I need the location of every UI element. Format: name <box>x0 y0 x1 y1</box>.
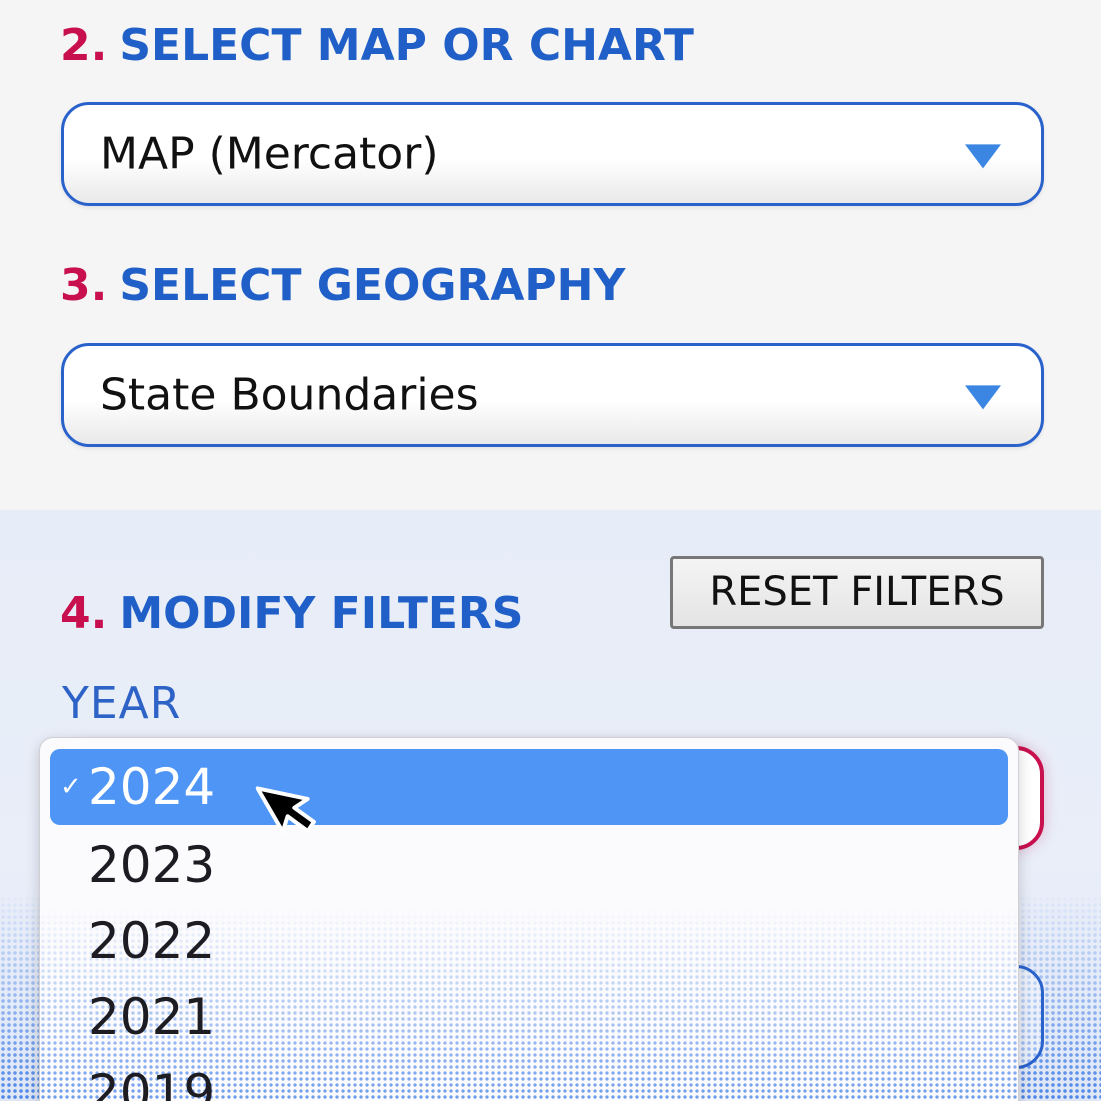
map-or-chart-value: MAP (Mercator) <box>100 128 439 180</box>
year-label: YEAR <box>62 678 182 729</box>
year-option[interactable]: 2023 <box>50 827 1008 903</box>
step-3-heading: 3. SELECT GEOGRAPHY <box>60 260 625 311</box>
year-option-label: 2023 <box>88 836 216 894</box>
year-option-label: 2021 <box>88 988 216 1046</box>
year-option[interactable]: 2019 <box>50 1055 1008 1101</box>
reset-filters-button[interactable]: RESET FILTERS <box>670 556 1044 629</box>
map-or-chart-select[interactable]: MAP (Mercator) <box>61 102 1044 206</box>
geography-select[interactable]: State Boundaries <box>61 343 1044 447</box>
step-4-heading: 4. MODIFY FILTERS <box>60 588 524 639</box>
year-option[interactable]: 2021 <box>50 979 1008 1055</box>
geography-value: State Boundaries <box>100 369 479 421</box>
step-4-title: MODIFY FILTERS <box>119 588 524 639</box>
step-3-title: SELECT GEOGRAPHY <box>119 260 626 311</box>
step-3-number: 3. <box>60 260 108 311</box>
step-2-title: SELECT MAP OR CHART <box>119 20 694 71</box>
year-option[interactable]: ✓ 2024 <box>50 749 1008 825</box>
step-2-heading: 2. SELECT MAP OR CHART <box>60 20 694 71</box>
step-2-number: 2. <box>60 20 108 71</box>
chevron-down-icon <box>965 385 1001 410</box>
year-option-label: 2019 <box>88 1064 216 1101</box>
chevron-down-icon <box>965 144 1001 169</box>
year-option-label: 2024 <box>88 758 216 816</box>
mouse-pointer-icon <box>255 786 316 834</box>
year-option-label: 2022 <box>88 912 216 970</box>
step-4-number: 4. <box>60 588 108 639</box>
top-section: 2. SELECT MAP OR CHART MAP (Mercator) 3. S… <box>0 0 1101 510</box>
check-icon: ✓ <box>60 772 82 802</box>
year-option[interactable]: 2022 <box>50 903 1008 979</box>
year-dropdown-list: ✓ 2024 2023 2022 2021 2019 <box>39 737 1019 1101</box>
